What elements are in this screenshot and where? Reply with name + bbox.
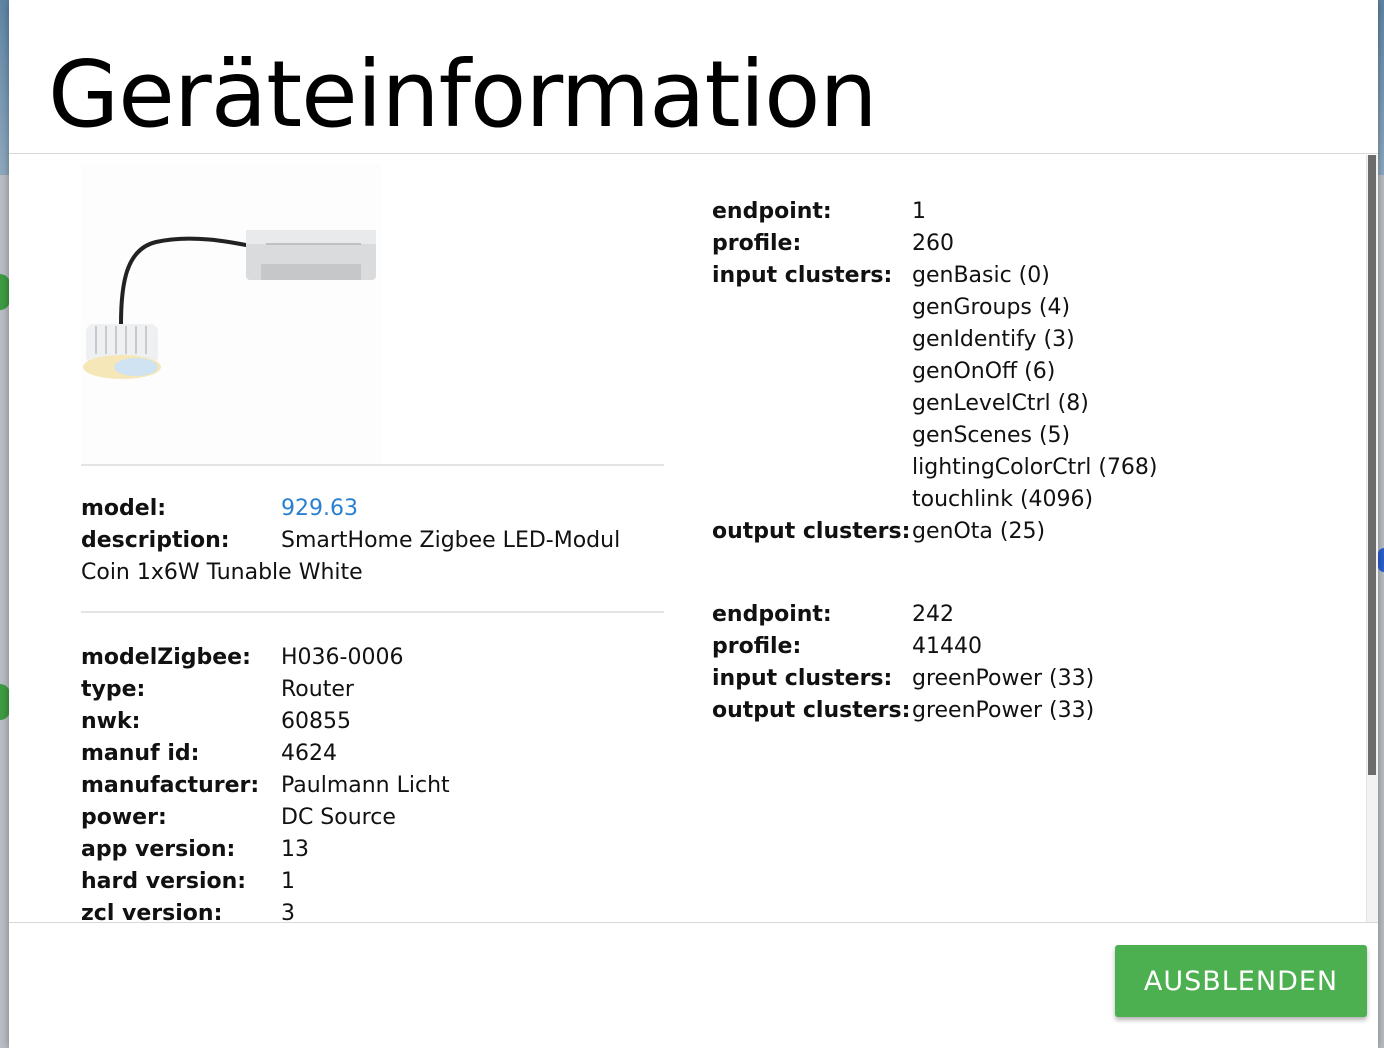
divider <box>81 611 664 613</box>
profile-label: profile: <box>712 231 802 256</box>
input-cluster-item: genOnOff (6) <box>912 359 1056 384</box>
output-clusters-label: output clusters: <box>712 519 911 544</box>
property-label: nwk: <box>81 709 141 734</box>
input-cluster-item: lightingColorCtrl (768) <box>912 455 1158 480</box>
description-value-continued: Coin 1x6W Tunable White <box>81 560 363 585</box>
hide-button[interactable]: AUSBLENDEN <box>1115 945 1367 1017</box>
property-label: manufacturer: <box>81 773 260 798</box>
profile-value: 41440 <box>912 634 982 659</box>
input-cluster-item: genGroups (4) <box>912 295 1071 320</box>
output-cluster-item: greenPower (33) <box>912 698 1095 723</box>
output-cluster-item: genOta (25) <box>912 519 1046 544</box>
endpoint-value: 1 <box>912 199 926 224</box>
property-label: hard version: <box>81 869 247 894</box>
device-info-dialog: Geräteinformation model: 929.63 descript… <box>9 0 1378 1048</box>
model-label: model: <box>81 496 167 521</box>
input-cluster-item: genScenes (5) <box>912 423 1071 448</box>
dialog-title: Geräteinformation <box>48 41 878 148</box>
dialog-body[interactable]: model: 929.63 description: SmartHome Zig… <box>9 155 1366 922</box>
output-clusters-label: output clusters: <box>712 698 911 723</box>
device-properties: modelZigbee: H036-0006 type: Router nwk: 6085… <box>81 642 450 922</box>
description-value: SmartHome Zigbee LED-Modul <box>281 528 621 553</box>
property-value: Paulmann Licht <box>281 773 450 798</box>
property-label: manuf id: <box>81 741 200 766</box>
model-section: model: 929.63 description: SmartHome Zig… <box>81 493 620 589</box>
property-label: app version: <box>81 837 236 862</box>
profile-value: 260 <box>912 231 954 256</box>
property-value: 60855 <box>281 709 351 734</box>
dialog-header: Geräteinformation <box>9 0 1378 154</box>
input-cluster-item: genIdentify (3) <box>912 327 1075 352</box>
property-value: 1 <box>281 869 295 894</box>
property-value: 4624 <box>281 741 337 766</box>
endpoint-value: 242 <box>912 602 954 627</box>
input-clusters-label: input clusters: <box>712 263 893 288</box>
input-cluster-item: genLevelCtrl (8) <box>912 391 1089 416</box>
led-module-picture <box>83 230 376 379</box>
property-label: type: <box>81 677 146 702</box>
background-indicator-icon <box>1378 548 1384 572</box>
endpoint-label: endpoint: <box>712 602 832 627</box>
endpoint-block: endpoint: 1 profile: 260 input clusters: genB… <box>712 196 1158 548</box>
input-cluster-item: touchlink (4096) <box>912 487 1094 512</box>
input-cluster-item: greenPower (33) <box>912 666 1095 691</box>
scrollbar-thumb[interactable] <box>1368 155 1376 775</box>
input-clusters-label: input clusters: <box>712 666 893 691</box>
property-value: 13 <box>281 837 309 862</box>
input-cluster-item: genBasic (0) <box>912 263 1050 288</box>
property-label: power: <box>81 805 167 830</box>
divider <box>81 464 664 466</box>
profile-label: profile: <box>712 634 802 659</box>
endpoint-label: endpoint: <box>712 199 832 224</box>
property-value: DC Source <box>281 805 396 830</box>
dialog-footer: AUSBLENDEN <box>9 922 1378 1048</box>
device-image <box>81 164 381 464</box>
description-label: description: <box>81 528 230 553</box>
property-value: H036-0006 <box>281 645 404 670</box>
property-value: 3 <box>281 901 295 922</box>
property-label: modelZigbee: <box>81 645 251 670</box>
endpoint-block: endpoint: 242 profile: 41440 input clusters:… <box>712 599 1094 727</box>
property-label: zcl version: <box>81 901 223 922</box>
property-value: Router <box>281 677 354 702</box>
model-link[interactable]: 929.63 <box>281 493 358 525</box>
